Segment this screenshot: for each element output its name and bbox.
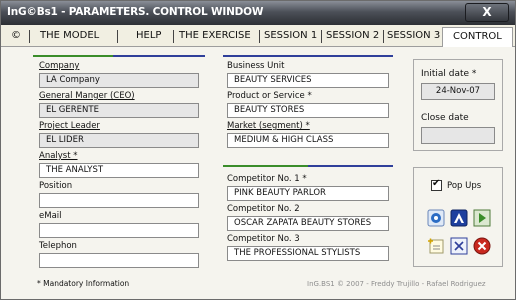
tab-copyright[interactable]: © (11, 29, 21, 47)
clear-button[interactable] (450, 237, 468, 255)
competitor-3-field[interactable]: THE PROFESSIONAL STYLISTS (227, 246, 389, 261)
tab-separator (117, 30, 118, 43)
business-unit-field[interactable]: BEAUTY SERVICES (227, 73, 389, 88)
edit-icon (428, 238, 444, 254)
close-date-label: Close date (421, 113, 469, 123)
frame-accent-rule (113, 55, 205, 57)
tab-the-model[interactable]: THE MODEL (40, 29, 99, 47)
email-field[interactable] (39, 223, 199, 238)
close-button[interactable]: X (465, 3, 509, 22)
competitor-3-label: Competitor No. 3 (227, 234, 300, 244)
position-label: Position (39, 181, 73, 191)
tab-separator (321, 30, 322, 43)
general-manager-label: General Manger (CEO) (39, 91, 135, 101)
settings-button[interactable] (427, 209, 445, 227)
info-button[interactable] (450, 209, 468, 227)
clear-icon (450, 237, 468, 255)
tab-strip: © THE MODEL HELP THE EXERCISE SESSION 1 … (1, 25, 515, 48)
competitor-2-field[interactable]: OSCAR ZAPATA BEAUTY STORES (227, 216, 389, 231)
control-window: InG©Bs1 - PARAMETERS. CONTROL WINDOW X ©… (0, 0, 516, 300)
business-unit-label: Business Unit (227, 61, 285, 71)
frame-accent-rule (223, 165, 308, 167)
project-leader-field[interactable]: EL LIDER (39, 133, 199, 148)
competitor-2-label: Competitor No. 2 (227, 204, 300, 214)
initial-date-label: Initial date * (421, 69, 477, 79)
frame-accent-rule (308, 165, 393, 167)
exit-icon (473, 237, 491, 255)
close-date-field[interactable] (421, 127, 495, 144)
tab-the-exercise[interactable]: THE EXERCISE (179, 29, 251, 47)
info-icon (450, 209, 468, 227)
mandatory-note: * Mandatory Information (37, 279, 130, 288)
competitor-1-label: Competitor No. 1 * (227, 174, 307, 184)
product-service-label: Product or Service * (227, 91, 312, 101)
next-icon (473, 209, 491, 227)
analyst-label: Analyst * (39, 151, 78, 161)
project-leader-label: Project Leader (39, 121, 100, 131)
tab-help[interactable]: HELP (136, 29, 161, 47)
frame-accent-rule (33, 55, 113, 57)
company-label: Company (39, 61, 80, 71)
exit-button[interactable] (473, 237, 491, 255)
company-field[interactable]: LA Company (39, 73, 199, 88)
check-mark-icon: ✔ (432, 178, 441, 189)
tab-separator (173, 30, 174, 43)
competitor-1-field[interactable]: PINK BEAUTY PARLOR (227, 186, 389, 201)
control-panel: Company LA Company General Manger (CEO) … (1, 47, 515, 299)
tab-session-2[interactable]: SESSION 2 (326, 29, 379, 47)
credits-text: InG.BS1 © 2007 - Freddy Trujillo - Rafae… (307, 280, 486, 288)
telephon-field[interactable] (39, 253, 199, 268)
tab-separator (383, 30, 384, 43)
email-label: eMail (39, 211, 62, 221)
market-segment-field[interactable]: MEDIUM & HIGH CLASS (227, 133, 389, 148)
popups-checkbox[interactable]: ✔ (431, 178, 442, 191)
position-field[interactable] (39, 193, 199, 208)
general-manager-field[interactable]: EL GERENTE (39, 103, 199, 118)
tab-separator (29, 30, 30, 43)
initial-date-field[interactable]: 24-Nov-07 (421, 83, 495, 100)
tab-separator (259, 30, 260, 43)
next-button[interactable] (473, 209, 491, 227)
frame-accent-rule (223, 55, 393, 57)
settings-icon (427, 209, 445, 227)
title-bar: InG©Bs1 - PARAMETERS. CONTROL WINDOW X (1, 1, 515, 25)
product-service-field[interactable]: BEAUTY STORES (227, 103, 389, 118)
tab-control[interactable]: CONTROL (442, 27, 513, 48)
telephon-label: Telephon (39, 241, 77, 251)
edit-button[interactable] (427, 237, 445, 255)
window-title: InG©Bs1 - PARAMETERS. CONTROL WINDOW (7, 6, 264, 18)
tab-session-3[interactable]: SESSION 3 (387, 29, 440, 47)
analyst-field[interactable]: THE ANALYST (39, 163, 199, 178)
tab-session-1[interactable]: SESSION 1 (264, 29, 317, 47)
popups-label: Pop Ups (447, 181, 482, 191)
market-segment-label: Market (segment) * (227, 121, 310, 131)
